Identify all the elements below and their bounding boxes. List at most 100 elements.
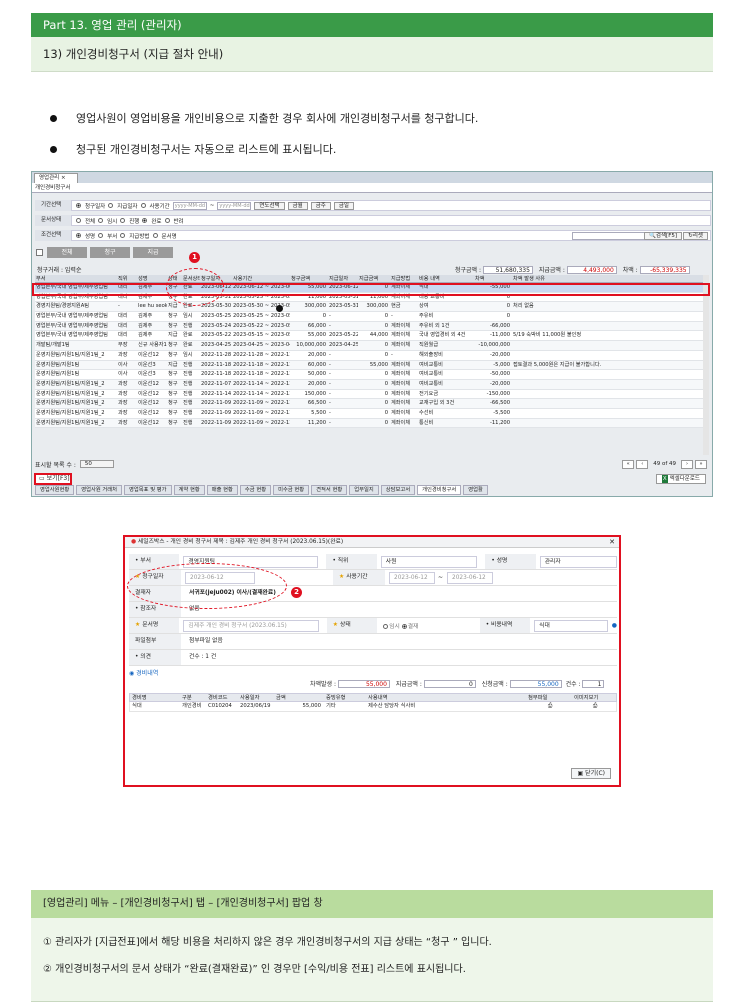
grid-cell: 0 — [384, 409, 388, 416]
table-row[interactable]: 영업본부/국내 영업부/제주영업팀 대리 김제주 지급 완료 2023-05-22 2023… — [35, 331, 705, 342]
grid-cell: 2023-05-24 — [201, 322, 232, 329]
filter-pay-button[interactable]: 지급 — [133, 247, 173, 258]
grid-col-header[interactable]: 비용 내역 — [418, 275, 474, 282]
radio-name[interactable] — [76, 233, 81, 238]
filter-all-button[interactable]: 전체 — [47, 247, 87, 258]
tab-bottom[interactable]: 수금 현황 — [239, 485, 272, 495]
radio-paymethod[interactable] — [120, 233, 126, 238]
grid-cell: - — [391, 313, 393, 320]
filter-claim-button[interactable]: 청구 — [90, 247, 130, 258]
tab-bottom[interactable]: 미수금 현황 — [273, 485, 310, 495]
highlight-status-ellipse — [166, 268, 224, 306]
tab-bottom[interactable]: 견적서 현황 — [311, 485, 348, 495]
docname-input[interactable]: 김제주 개인 경비 청구서 (2023.06.15) — [183, 619, 319, 632]
grid-cell: 청구 — [168, 313, 178, 320]
grid-settings-icon[interactable] — [36, 249, 43, 256]
globe-icon[interactable]: ● — [612, 622, 617, 629]
table-row[interactable]: 운영지원팀/지원1팀/지원1팀_2 과장 이운선12 청구 진행 2022-11-09 20… — [35, 408, 705, 419]
grid-col-header[interactable]: 지급일자 — [328, 275, 358, 282]
tab-bottom[interactable]: 영업사원 거래처 — [76, 485, 123, 495]
radio-rejected[interactable] — [164, 218, 170, 223]
grid-cell: 과장 — [118, 380, 128, 387]
grid-col-header[interactable]: 성명 — [137, 275, 167, 282]
grid-cell: 0 — [384, 371, 388, 378]
radio-docname[interactable] — [152, 233, 158, 238]
grid-col-header[interactable]: 지급금액 — [358, 275, 390, 282]
grid-col-header[interactable]: 직위 — [117, 275, 137, 282]
table-row[interactable]: 경영지원팀/경영지원A팀 - lee hu seok 지급 완료 2023-05-30 20… — [35, 302, 705, 313]
first-page-button[interactable]: « — [622, 459, 635, 469]
filter-period: 기간선택 청구일자 지급일자 사용기간 yyyy-MM-dd ~ yyyy-MM-… — [35, 199, 711, 212]
grid-cell: 2022-11-14 — [201, 390, 232, 397]
close-icon[interactable]: ✕ — [609, 537, 615, 548]
grid-col-header[interactable]: 지급방법 — [390, 275, 418, 282]
year-select[interactable]: 연도선택 — [254, 201, 285, 210]
table-row[interactable]: 운영지원팀/지원1팀/지원1팀_2 과장 이운선12 청구 진행 2022-11-09 20… — [35, 418, 705, 429]
table-row[interactable]: 운영지원팀/지원1팀 이사 이운선3 지급 진행 2022-11-18 2022-11-18… — [35, 360, 705, 371]
close-button[interactable]: ▣ 닫기(C) — [571, 768, 611, 779]
grid-scrollbar[interactable] — [703, 275, 709, 455]
radio-all[interactable] — [76, 218, 81, 223]
table-row[interactable]: 운영지원팀/지원1팀/지원1팀_2 과장 이운선12 청구 진행 2022-11-07 20… — [35, 379, 705, 390]
tab-bottom[interactable]: 영업목표 및 평가 — [124, 485, 172, 495]
table-row[interactable]: 영업본부/국내 영업부/제주영업팀 대리 김제주 청구 진행 2023-05-24 2023… — [35, 321, 705, 332]
search-button[interactable]: 🔍검색[F5] — [644, 232, 682, 240]
radio-state-temp[interactable] — [383, 624, 389, 629]
per-page-select[interactable]: 50 — [79, 460, 114, 468]
radio-state-approve[interactable] — [401, 624, 407, 629]
reset-button[interactable]: ↻리셋 — [683, 232, 708, 240]
table-row[interactable]: 개발팀/개발1팀 부장 신규 사용자12 청구 완료 2023-04-25 2023-04-… — [35, 341, 705, 351]
date-to-input[interactable]: yyyy-MM-dd — [217, 201, 252, 210]
attach-icon[interactable]: ⎙ — [526, 702, 572, 711]
radio-dept[interactable] — [98, 233, 104, 238]
excel-download-button[interactable]: X 엑셀다운로드 — [655, 474, 706, 484]
btn-today[interactable]: 금일 — [333, 201, 354, 210]
table-row[interactable]: 운영지원팀/지원1팀/지원1팀_2 과장 이운선12 청구 임시 2022-11-28 20… — [35, 350, 705, 361]
grid-cell: 수선비 — [419, 409, 434, 416]
use-to-input[interactable]: 2023-06-12 — [447, 571, 494, 584]
tab-bottom[interactable]: 개인경비청구서 — [417, 485, 462, 495]
grid-cell: 상여 — [419, 303, 429, 310]
tab-bottom[interactable]: 상담보고서 — [380, 485, 416, 495]
radio-done[interactable] — [142, 218, 148, 223]
last-page-button[interactable]: » — [695, 459, 707, 469]
next-page-button[interactable]: › — [681, 459, 693, 469]
radio-claimdate[interactable] — [76, 203, 81, 208]
tab-bottom[interactable]: 영업활 — [463, 485, 488, 495]
prev-page-button[interactable]: ‹ — [636, 459, 649, 469]
radio-useperiod[interactable] — [140, 203, 146, 208]
radio-paydate[interactable] — [108, 203, 114, 208]
tab-bottom[interactable]: 업무일지 — [349, 485, 379, 495]
date-from-input[interactable]: yyyy-MM-dd — [172, 201, 207, 210]
table-row[interactable]: 운영지원팀/지원1팀/지원1팀_2 과장 이운선12 청구 진행 2022-11-14 20… — [35, 389, 705, 400]
grid-col-header[interactable]: 차액 — [474, 275, 512, 282]
expense-list-screen: 영업관리 × 개인경비청구서 기간선택 청구일자 지급일자 사용기간 yyyy-… — [31, 171, 713, 497]
tab-bottom[interactable]: 매출 현황 — [206, 485, 238, 495]
table-row[interactable]: 영업본부/국내 영업부/제주영업팀 대리 김제주 청구 임시 2023-05-25 2023… — [35, 312, 705, 322]
grid-col-header[interactable]: 차액 발생 사유 — [512, 275, 632, 282]
btn-this-month[interactable]: 금월 — [287, 201, 308, 210]
btn-this-week[interactable]: 금주 — [310, 201, 331, 210]
grid-cell: 진행 — [183, 380, 193, 387]
grid-cell: 300,000 — [304, 303, 326, 310]
grid-col-header[interactable]: 사용기간 — [232, 275, 290, 282]
grid-cell: 2022-11-18 ~ 2022-11-18 — [233, 371, 290, 378]
table-row[interactable]: 운영지원팀/지원1팀 이사 이운선3 청구 진행 2022-11-18 2022-11-18… — [35, 370, 705, 380]
grid-cell: 청구 — [168, 342, 178, 349]
grid-col-header[interactable]: 청구금액 — [290, 275, 328, 282]
search-input[interactable] — [572, 232, 652, 240]
grid-cell: 현금 — [391, 303, 401, 310]
grid-col-header[interactable]: 부서 — [35, 275, 117, 282]
table-row[interactable]: 식대 개인경비 C010204 2023/06/19 55,000 기타 제수산 담당자 식… — [129, 702, 617, 712]
use-from-input[interactable]: 2023-06-12 — [389, 571, 435, 584]
radio-progress[interactable] — [120, 218, 126, 223]
view-button[interactable]: ▭ 보기[F3] — [34, 473, 72, 485]
tab-sales[interactable]: 영업관리 × — [34, 173, 78, 183]
tab-bottom[interactable]: 계약 현황 — [173, 485, 205, 495]
tab-bottom[interactable]: 영업사원현황 — [35, 485, 75, 495]
grid-cell: 처리 없음 — [513, 303, 534, 310]
grid-cell: 대리 — [118, 332, 128, 339]
radio-temp[interactable] — [98, 218, 104, 223]
table-row[interactable]: 운영지원팀/지원1팀/지원1팀_2 과장 이운선12 청구 진행 2022-11-09 20… — [35, 399, 705, 409]
attach-icon[interactable]: ⎙ — [572, 702, 616, 711]
